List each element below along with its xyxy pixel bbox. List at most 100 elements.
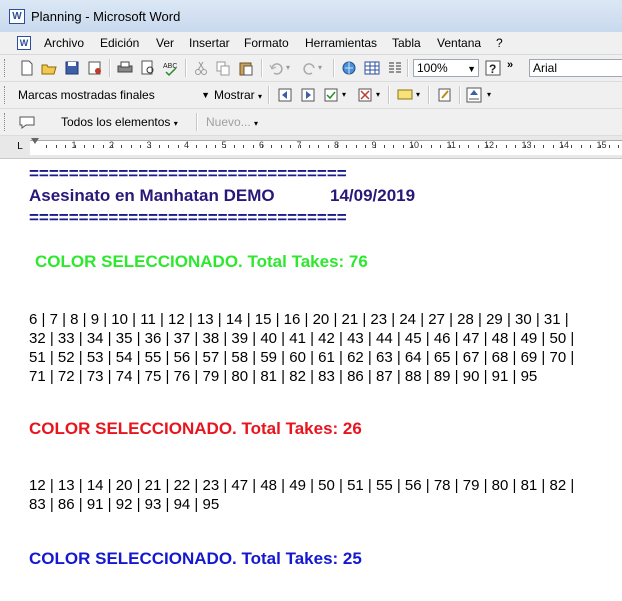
word-app-icon[interactable]: W xyxy=(9,9,25,24)
ruler-tick xyxy=(468,145,470,148)
indent-marker-icon[interactable] xyxy=(31,138,39,144)
ruler-tick xyxy=(402,145,404,148)
toolbar-options-icon[interactable]: » xyxy=(505,59,517,77)
ruler-tick xyxy=(327,145,329,148)
print-preview-icon[interactable] xyxy=(139,59,157,77)
reviewing-dropdown-icon[interactable]: ▾ xyxy=(485,86,495,104)
cut-icon[interactable] xyxy=(192,59,210,77)
ruler-tick xyxy=(430,145,432,148)
print-icon[interactable] xyxy=(116,59,134,77)
all-elements-label: Todos los elementos xyxy=(61,115,171,129)
toolbar-grip[interactable] xyxy=(4,113,8,131)
reject-dropdown-icon[interactable]: ▾ xyxy=(374,86,384,104)
reviewing-toolbar: Marcas mostradas finales ▼ Mostrar ▾ ▾ ▾ … xyxy=(0,82,622,109)
section-red-line: 12 | 13 | 14 | 20 | 21 | 22 | 23 | 47 | … xyxy=(29,477,575,494)
section-green-line: 51 | 52 | 53 | 54 | 55 | 56 | 57 | 58 | … xyxy=(29,349,575,366)
ruler-tick xyxy=(393,145,395,148)
hyperlink-icon[interactable] xyxy=(340,59,358,77)
tab-selector-icon[interactable]: L xyxy=(14,141,26,153)
ruler-tick xyxy=(533,145,535,148)
ruler-tick xyxy=(130,145,132,148)
permission-icon[interactable] xyxy=(86,59,104,77)
show-label: Mostrar xyxy=(214,88,255,102)
menu-archivo[interactable]: Archivo xyxy=(44,36,84,50)
section-green-line: 71 | 72 | 73 | 74 | 75 | 76 | 79 | 80 | … xyxy=(29,368,538,385)
section-red-heading: COLOR SELECCIONADO. Total Takes: 26 xyxy=(29,419,362,438)
document-menu-icon[interactable]: W xyxy=(17,36,31,50)
app-icon-letter: W xyxy=(12,11,22,22)
ruler-tick xyxy=(252,145,254,148)
menu-ventana[interactable]: Ventana xyxy=(437,36,481,50)
zoom-select[interactable]: 100% ▼ xyxy=(413,59,479,77)
font-select[interactable]: Arial xyxy=(529,59,622,77)
save-icon[interactable] xyxy=(63,59,81,77)
ruler-tick xyxy=(440,145,442,148)
ruler-tick xyxy=(346,145,348,148)
table-icon[interactable] xyxy=(363,59,381,77)
chevron-down-icon: ▾ xyxy=(254,119,259,128)
show-button[interactable]: Mostrar ▾ xyxy=(214,86,262,106)
ruler-tick xyxy=(168,145,170,148)
ruler-number: 15 xyxy=(596,140,607,150)
menu-ver[interactable]: Ver xyxy=(156,36,174,50)
new-button[interactable]: Nuevo... ▾ xyxy=(206,113,258,133)
horizontal-ruler[interactable]: L 123456789101112131415 xyxy=(0,136,622,159)
ruler-tick xyxy=(215,145,217,148)
new-document-icon[interactable] xyxy=(18,59,36,77)
spelling-icon[interactable]: ABC xyxy=(162,59,180,77)
display-for-review-select[interactable]: Marcas mostradas finales ▼ xyxy=(18,86,210,104)
menu-edicion[interactable]: Edición xyxy=(100,36,139,50)
toolbar-grip[interactable] xyxy=(4,86,8,104)
redo-dropdown-icon[interactable]: ▾ xyxy=(316,59,326,77)
ruler-tick xyxy=(337,145,338,148)
ruler-tick xyxy=(543,145,545,148)
ruler-tick xyxy=(299,145,301,148)
all-elements-button[interactable]: Todos los elementos ▾ xyxy=(61,113,178,133)
paste-icon[interactable] xyxy=(237,59,255,77)
menu-herramientas[interactable]: Herramientas xyxy=(305,36,377,50)
separator-line-top: ================================ xyxy=(29,164,347,183)
reviewing-pane-icon[interactable] xyxy=(465,86,483,104)
zoom-value: 100% xyxy=(417,61,448,75)
columns-icon[interactable] xyxy=(386,59,404,77)
section-green-line: 32 | 33 | 34 | 35 | 36 | 37 | 38 | 39 | … xyxy=(29,330,575,347)
copy-icon[interactable] xyxy=(214,59,232,77)
svg-text:?: ? xyxy=(489,62,496,76)
chevron-down-icon: ▾ xyxy=(258,92,263,101)
open-icon[interactable] xyxy=(40,59,58,77)
undo-dropdown-icon[interactable]: ▾ xyxy=(284,59,294,77)
ruler-tick xyxy=(290,145,292,148)
ruler-tick xyxy=(449,145,451,148)
reject-change-icon[interactable] xyxy=(356,86,374,104)
section-green-heading: COLOR SELECCIONADO. Total Takes: 76 xyxy=(35,252,368,271)
menu-formato[interactable]: Formato xyxy=(244,36,289,50)
document-page[interactable]: ================================ Asesina… xyxy=(0,159,622,601)
menu-insertar[interactable]: Insertar xyxy=(189,36,230,50)
comment-dropdown-icon[interactable]: ▾ xyxy=(414,86,424,104)
ruler-number: 13 xyxy=(521,140,532,150)
ruler-tick xyxy=(383,145,385,148)
previous-change-icon[interactable] xyxy=(276,86,294,104)
ruler-number: 14 xyxy=(559,140,570,150)
new-comment-icon[interactable] xyxy=(396,86,414,104)
menu-help[interactable]: ? xyxy=(496,36,503,50)
toolbar-grip[interactable] xyxy=(4,59,8,77)
ruler-tick xyxy=(280,145,282,148)
accept-dropdown-icon[interactable]: ▾ xyxy=(340,86,350,104)
menu-tabla[interactable]: Tabla xyxy=(392,36,421,50)
ruler-tick xyxy=(205,145,207,148)
ruler-tick xyxy=(46,145,48,148)
toolbar-separator xyxy=(261,59,263,77)
toolbar-separator xyxy=(109,59,111,77)
next-change-icon[interactable] xyxy=(299,86,317,104)
help-icon[interactable]: ? xyxy=(484,59,502,77)
ruler-tick xyxy=(477,145,479,148)
accept-change-icon[interactable] xyxy=(322,86,340,104)
ruler-tick xyxy=(224,145,226,148)
ruler-tick xyxy=(458,145,460,148)
ruler-tick xyxy=(83,145,85,148)
comment-icon[interactable] xyxy=(18,113,36,131)
ruler-tick xyxy=(618,145,620,148)
ruler-tick xyxy=(121,145,123,148)
track-changes-icon[interactable] xyxy=(436,86,454,104)
